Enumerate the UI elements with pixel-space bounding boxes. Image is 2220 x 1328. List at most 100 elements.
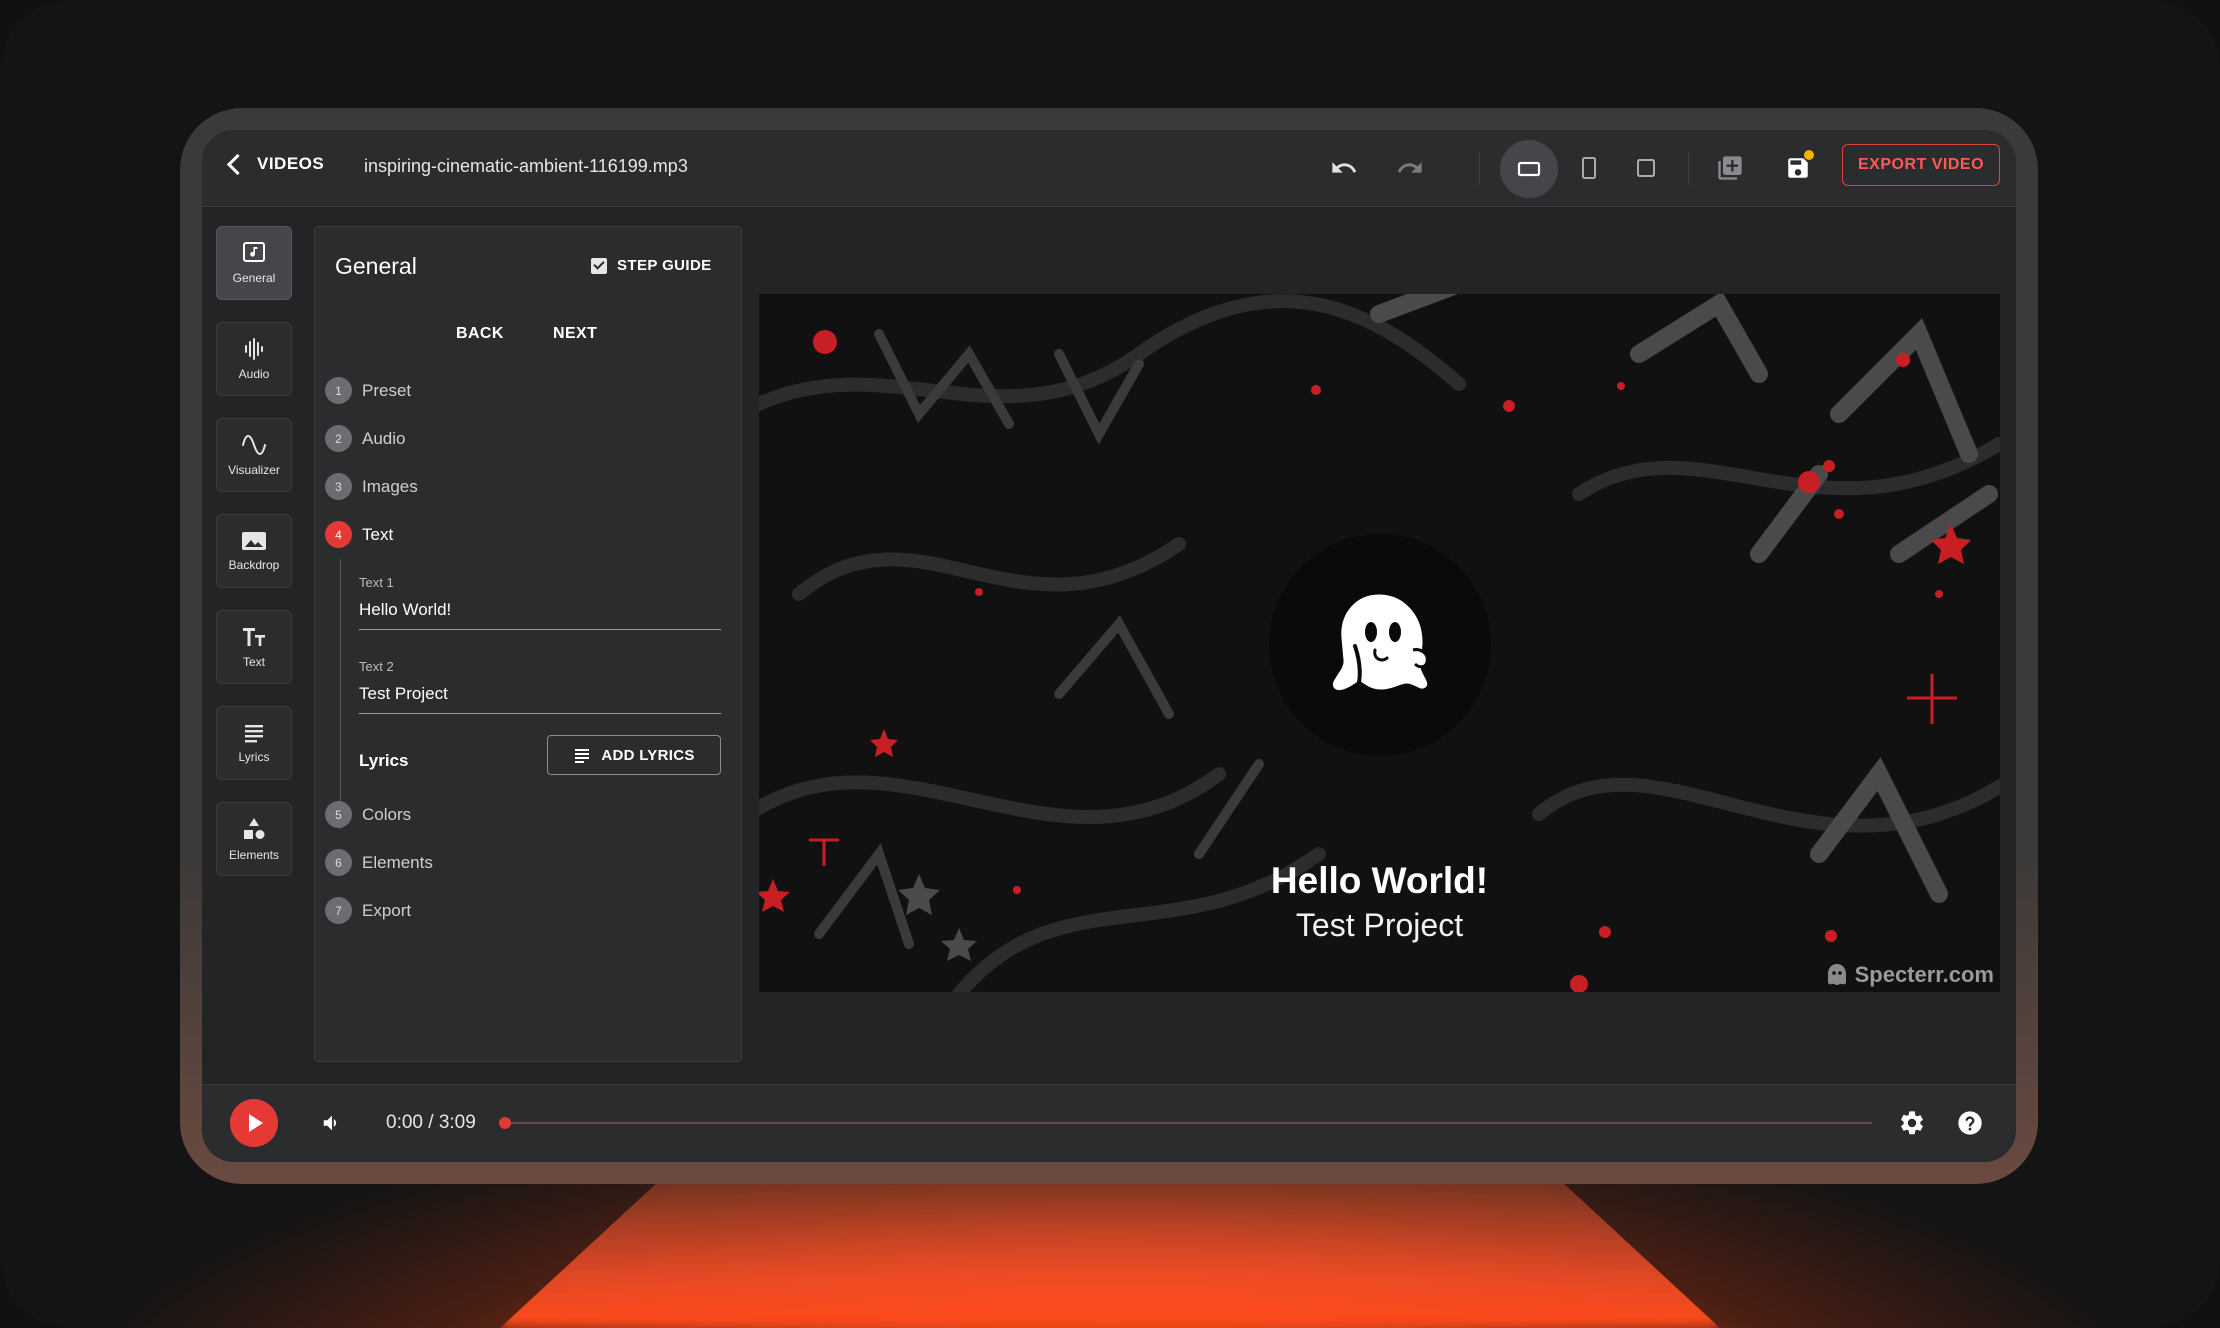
step-guide-label: STEP GUIDE <box>617 257 712 274</box>
video-preview[interactable]: Hello World! Test Project Specterr.com <box>759 294 2000 992</box>
tool-label: General <box>232 271 276 285</box>
checkbox-checked-icon <box>591 257 607 274</box>
step-number: 7 <box>325 897 352 924</box>
file-name: inspiring-cinematic-ambient-116199.mp3 <box>364 156 688 176</box>
tool-general[interactable]: General <box>216 226 292 300</box>
lines-icon <box>575 749 590 763</box>
text-size-icon <box>243 628 265 646</box>
tool-label: Audio <box>238 367 270 381</box>
text1-label: Text 1 <box>359 575 394 590</box>
tool-visualizer[interactable]: Visualizer <box>216 418 292 492</box>
toolbar-divider <box>1688 152 1689 186</box>
step-images[interactable]: 3 Images <box>325 473 418 500</box>
time-display: 0:00 / 3:09 <box>386 1112 476 1133</box>
lines-icon <box>245 725 263 743</box>
export-video-button[interactable]: EXPORT VIDEO <box>1842 144 2000 186</box>
help-button[interactable] <box>1952 1105 1988 1141</box>
step-preset[interactable]: 1 Preset <box>325 377 411 404</box>
step-label: Elements <box>362 852 433 872</box>
preview-subtitle-text: Test Project <box>1295 907 1464 943</box>
volume-icon <box>323 1115 337 1131</box>
step-label: Text <box>362 524 394 544</box>
settings-button[interactable] <box>1894 1105 1930 1141</box>
undo-icon <box>1332 162 1357 173</box>
wave-icon <box>242 435 266 455</box>
tool-label: Backdrop <box>228 558 280 572</box>
preview-title-text: Hello World! <box>1270 860 1489 901</box>
back-step-button[interactable]: BACK <box>456 325 504 343</box>
glow-beam <box>500 1170 1720 1328</box>
new-project-button[interactable] <box>1712 150 1748 186</box>
app-window: VIDEOS inspiring-cinematic-ambient-11619… <box>202 130 2016 1162</box>
back-to-videos-button[interactable]: VIDEOS <box>224 153 325 175</box>
step-number: 1 <box>325 377 352 404</box>
unsaved-badge <box>1804 150 1814 160</box>
text1-input[interactable]: Hello World! <box>359 600 721 630</box>
text2-field[interactable]: Text 2 Test Project <box>359 659 721 714</box>
step-export[interactable]: 7 Export <box>325 897 411 924</box>
panel-title: General <box>335 253 417 279</box>
step-guide-panel: General STEP GUIDE BACK NEXT 1 Preset 2 … <box>314 226 742 1062</box>
step-number: 4 <box>325 521 352 548</box>
tool-backdrop[interactable]: Backdrop <box>216 514 292 588</box>
save-button[interactable] <box>1780 150 1816 186</box>
step-connector-line <box>340 559 341 829</box>
tool-label: Text <box>242 655 265 669</box>
library-add-icon <box>1718 156 1742 180</box>
portrait-ratio-button[interactable] <box>1571 150 1607 186</box>
tool-label: Visualizer <box>228 463 280 477</box>
text1-field[interactable]: Text 1 Hello World! <box>359 575 721 630</box>
help-icon <box>1958 1111 1982 1135</box>
landscape-ratio-button[interactable] <box>1500 140 1558 198</box>
music-note-icon <box>243 242 265 262</box>
ghost-icon <box>1333 594 1429 691</box>
gear-icon <box>1901 1111 1923 1135</box>
add-lyrics-button[interactable]: ADD LYRICS <box>547 735 721 775</box>
lyrics-label: Lyrics <box>359 751 409 770</box>
waveform-icon <box>245 338 263 360</box>
step-label: Audio <box>362 428 406 448</box>
tool-label: Elements <box>228 848 280 862</box>
step-number: 5 <box>325 801 352 828</box>
text2-input[interactable]: Test Project <box>359 684 721 714</box>
landscape-icon <box>1517 161 1541 177</box>
step-text[interactable]: 4 Text <box>325 521 393 548</box>
step-label: Export <box>362 900 412 920</box>
tool-audio[interactable]: Audio <box>216 322 292 396</box>
chevron-left-icon <box>226 153 249 175</box>
toolbar-divider <box>1479 152 1480 186</box>
redo-icon <box>1397 162 1422 173</box>
player-bar: 0:00 / 3:09 <box>202 1084 2016 1162</box>
seek-handle[interactable] <box>499 1117 511 1129</box>
back-label: VIDEOS <box>257 154 325 173</box>
undo-button[interactable] <box>1326 150 1362 186</box>
device-background: VIDEOS inspiring-cinematic-ambient-11619… <box>0 0 2220 1328</box>
redo-button[interactable] <box>1392 150 1428 186</box>
tool-label: Lyrics <box>238 750 270 764</box>
tool-elements[interactable]: Elements <box>216 802 292 876</box>
step-label: Preset <box>362 380 412 400</box>
square-ratio-button[interactable] <box>1628 150 1664 186</box>
volume-button[interactable] <box>314 1105 350 1141</box>
step-number: 2 <box>325 425 352 452</box>
top-bar: VIDEOS inspiring-cinematic-ambient-11619… <box>202 130 2016 207</box>
tool-lyrics[interactable]: Lyrics <box>216 706 292 780</box>
image-icon <box>242 532 266 550</box>
step-number: 3 <box>325 473 352 500</box>
play-button[interactable] <box>230 1099 278 1147</box>
watermark-text: Specterr.com <box>1854 962 1994 987</box>
square-icon <box>1637 159 1655 177</box>
tool-text[interactable]: Text <box>216 610 292 684</box>
text2-label: Text 2 <box>359 659 394 674</box>
add-lyrics-label: ADD LYRICS <box>601 746 695 764</box>
step-guide-toggle[interactable]: STEP GUIDE <box>591 257 712 274</box>
portrait-icon <box>1582 157 1596 179</box>
step-label: Images <box>362 476 418 496</box>
seek-bar[interactable] <box>502 1122 1872 1124</box>
next-step-button[interactable]: NEXT <box>553 325 597 343</box>
step-colors[interactable]: 5 Colors <box>325 801 411 828</box>
ghost-logo <box>1269 534 1491 756</box>
step-audio[interactable]: 2 Audio <box>325 425 405 452</box>
step-elements[interactable]: 6 Elements <box>325 849 433 876</box>
step-number: 6 <box>325 849 352 876</box>
